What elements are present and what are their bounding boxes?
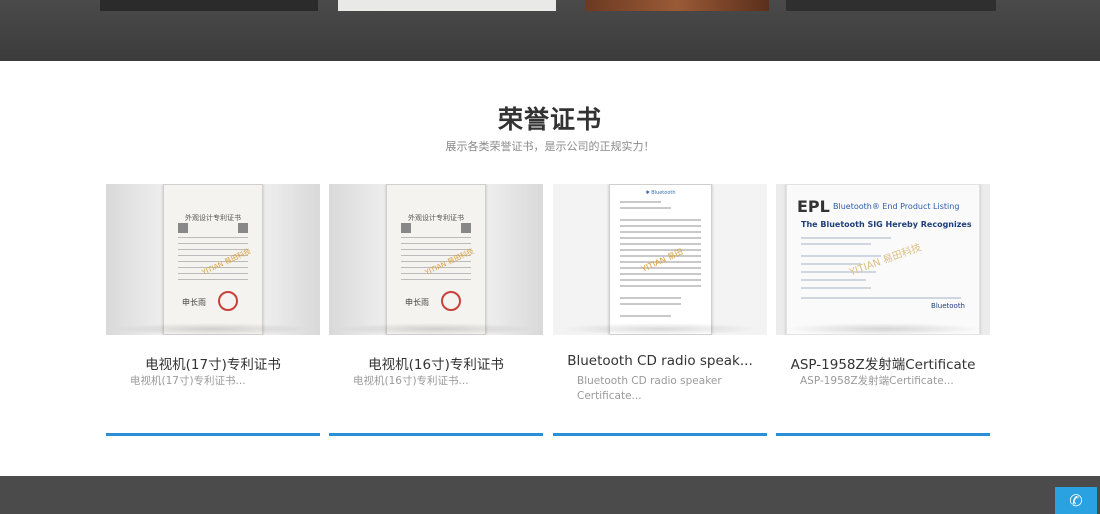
section-title: 荣誉证书 xyxy=(497,105,602,134)
card-title[interactable]: Bluetooth CD radio speak... xyxy=(553,353,767,369)
epl-heading: The Bluetooth SIG Hereby Recognizes xyxy=(801,220,972,229)
certificate-card[interactable]: EPL Bluetooth® End Product Listing The B… xyxy=(776,184,990,436)
seal-icon xyxy=(441,291,461,311)
card-description: Bluetooth CD radio speaker Certificate..… xyxy=(577,375,722,402)
phone-icon: ✆ xyxy=(1069,491,1083,510)
card-accent-bar xyxy=(776,433,990,436)
card-title[interactable]: ASP-1958Z发射端Certificate xyxy=(776,353,990,373)
top-tile-image[interactable] xyxy=(585,0,769,11)
certificate-image[interactable]: ✱ Bluetooth YITIAN 易田 xyxy=(553,184,767,335)
seal-icon xyxy=(218,291,238,311)
footer-band xyxy=(0,476,1100,514)
qr-code-icon xyxy=(461,223,471,233)
top-tile-image[interactable] xyxy=(100,0,318,11)
certificate-card[interactable]: ✱ Bluetooth YITIAN 易田 Bluetooth CD radio… xyxy=(553,184,767,436)
certificate-image[interactable]: 外观设计专利证书 YITIAN 易田科技 申长雨 xyxy=(329,184,543,335)
signature: 申长雨 xyxy=(405,298,429,307)
card-title[interactable]: 电视机(16寸)专利证书 xyxy=(329,353,543,373)
section-subtitle: 展示各类荣誉证书，是示公司的正规实力！ xyxy=(445,140,655,153)
card-title[interactable]: 电视机(17寸)专利证书 xyxy=(106,353,320,373)
patent-certificate-graphic: 外观设计专利证书 YITIAN 易田科技 申长雨 xyxy=(163,184,263,335)
bluetooth-logo-icon: ✱ Bluetooth xyxy=(645,190,676,196)
signature: 申长雨 xyxy=(182,298,206,307)
card-description: 电视机(16寸)专利证书... xyxy=(353,375,469,387)
certificate-heading: 外观设计专利证书 xyxy=(408,214,464,222)
epl-logo: EPL xyxy=(797,197,830,216)
qr-code-icon xyxy=(401,223,411,233)
top-tile-image[interactable] xyxy=(338,0,556,11)
top-image-strip xyxy=(0,0,1100,61)
certificate-card[interactable]: 外观设计专利证书 YITIAN 易田科技 申长雨 电视机(17寸)专利证书 电视… xyxy=(106,184,320,436)
patent-certificate-graphic: 外观设计专利证书 YITIAN 易田科技 申长雨 xyxy=(386,184,486,335)
qr-code-icon xyxy=(178,223,188,233)
certificate-card[interactable]: 外观设计专利证书 YITIAN 易田科技 申长雨 电视机(16寸)专利证书 电视… xyxy=(329,184,543,436)
bluetooth-document-graphic: ✱ Bluetooth YITIAN 易田 xyxy=(609,184,712,335)
card-description: 电视机(17寸)专利证书... xyxy=(130,375,246,387)
card-description: ASP-1958Z发射端Certificate... xyxy=(800,375,954,387)
epl-certificate-graphic: EPL Bluetooth® End Product Listing The B… xyxy=(786,184,980,335)
card-accent-bar xyxy=(553,433,767,436)
phone-float-button[interactable]: ✆ xyxy=(1055,487,1097,514)
certificate-heading: 外观设计专利证书 xyxy=(185,214,241,222)
certificate-image[interactable]: 外观设计专利证书 YITIAN 易田科技 申长雨 xyxy=(106,184,320,335)
epl-subtitle: Bluetooth® End Product Listing xyxy=(833,202,960,211)
certificate-image[interactable]: EPL Bluetooth® End Product Listing The B… xyxy=(776,184,990,335)
top-tile-image[interactable] xyxy=(786,0,996,11)
qr-code-icon xyxy=(238,223,248,233)
bluetooth-logo-icon: Bluetooth xyxy=(931,302,965,310)
card-accent-bar xyxy=(106,433,320,436)
card-accent-bar xyxy=(329,433,543,436)
